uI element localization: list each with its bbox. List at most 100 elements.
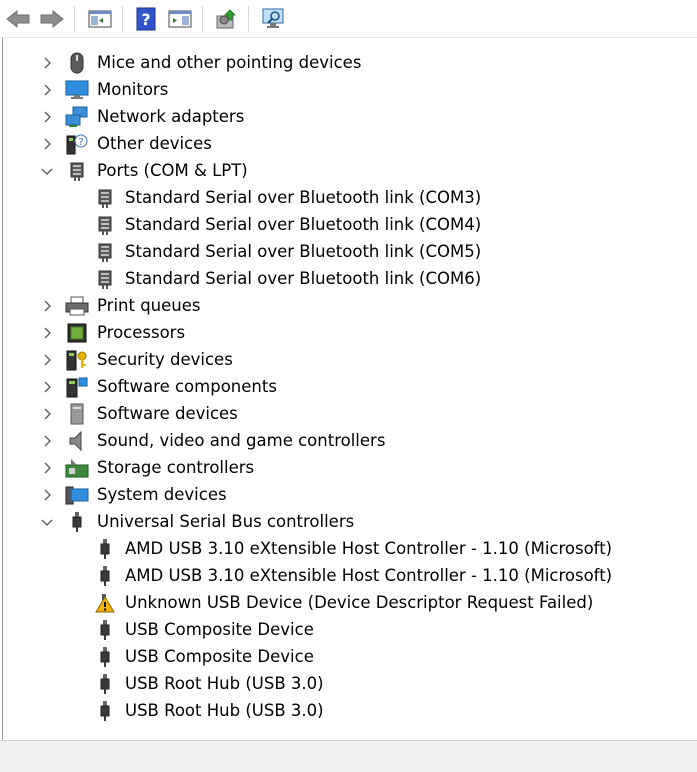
tree-item-usb-controllers[interactable]: Universal Serial Bus controllers — [3, 508, 693, 535]
tree-item-network-adapters[interactable]: Network adapters — [3, 103, 693, 130]
chevron-right-icon[interactable] — [39, 109, 55, 125]
chevron-right-icon[interactable] — [39, 460, 55, 476]
tree-item-label: Software devices — [97, 404, 238, 423]
tree-item-label: USB Root Hub (USB 3.0) — [125, 701, 324, 720]
chevron-right-icon[interactable] — [39, 82, 55, 98]
chevron-right-icon[interactable] — [39, 325, 55, 341]
tree-item-com6[interactable]: Standard Serial over Bluetooth link (COM… — [3, 265, 693, 292]
software-component-icon — [65, 376, 89, 398]
tree-item-usb-root-hub-1[interactable]: USB Root Hub (USB 3.0) — [3, 670, 693, 697]
chevron-right-icon[interactable] — [39, 352, 55, 368]
port-icon — [65, 160, 89, 182]
tree-item-system-devices[interactable]: System devices — [3, 481, 693, 508]
tree-item-usb-composite-2[interactable]: USB Composite Device — [3, 643, 693, 670]
tree-item-com5[interactable]: Standard Serial over Bluetooth link (COM… — [3, 238, 693, 265]
chevron-right-icon[interactable] — [39, 406, 55, 422]
usb-icon — [65, 511, 89, 533]
chevron-down-icon[interactable] — [39, 514, 55, 530]
tree-item-label: System devices — [97, 485, 227, 504]
tree-item-label: Processors — [97, 323, 186, 342]
svg-text:?: ? — [141, 10, 150, 29]
device-tree: Mice and other pointing devices Monitors… — [2, 38, 697, 740]
chevron-right-icon[interactable] — [39, 433, 55, 449]
tree-item-label: Sound, video and game controllers — [97, 431, 386, 450]
tree-item-amd-usb-2[interactable]: AMD USB 3.10 eXtensible Host Controller … — [3, 562, 693, 589]
usb-icon — [93, 673, 117, 695]
scan-hardware-icon[interactable] — [260, 5, 288, 33]
tree-item-storage-controllers[interactable]: Storage controllers — [3, 454, 693, 481]
tree-item-label: Unknown USB Device (Device Descriptor Re… — [125, 593, 594, 612]
security-key-icon — [65, 349, 89, 371]
tree-item-monitors[interactable]: Monitors — [3, 76, 693, 103]
svg-text:?: ? — [78, 137, 83, 148]
tree-item-com4[interactable]: Standard Serial over Bluetooth link (COM… — [3, 211, 693, 238]
tree-item-usb-composite-1[interactable]: USB Composite Device — [3, 616, 693, 643]
tree-item-label: Mice and other pointing devices — [97, 53, 362, 72]
tree-item-label: Security devices — [97, 350, 233, 369]
tree-item-unknown-usb[interactable]: Unknown USB Device (Device Descriptor Re… — [3, 589, 693, 616]
tree-item-label: Print queues — [97, 296, 201, 315]
tree-item-label: Other devices — [97, 134, 212, 153]
status-bar — [0, 740, 697, 772]
system-device-icon — [65, 484, 89, 506]
port-icon — [93, 241, 117, 263]
tree-item-software-devices[interactable]: Software devices — [3, 400, 693, 427]
tree-item-amd-usb-1[interactable]: AMD USB 3.10 eXtensible Host Controller … — [3, 535, 693, 562]
usb-icon — [93, 700, 117, 722]
port-icon — [93, 187, 117, 209]
tree-item-label: Universal Serial Bus controllers — [97, 512, 355, 531]
tree-item-label: Monitors — [97, 80, 169, 99]
tree-item-mice[interactable]: Mice and other pointing devices — [3, 49, 693, 76]
other-devices-icon: ? — [65, 133, 89, 155]
network-adapter-icon — [65, 106, 89, 128]
forward-icon[interactable] — [38, 5, 66, 33]
help-icon[interactable]: ? — [132, 5, 160, 33]
tree-item-label: AMD USB 3.10 eXtensible Host Controller … — [125, 566, 613, 585]
show-hide-console-tree-icon[interactable] — [86, 5, 114, 33]
monitor-icon — [65, 79, 89, 101]
chevron-right-icon[interactable] — [39, 136, 55, 152]
port-icon — [93, 268, 117, 290]
storage-controller-icon — [65, 457, 89, 479]
tree-item-label: USB Composite Device — [125, 620, 314, 639]
toolbar: ? — [0, 0, 697, 38]
tree-item-label: Ports (COM & LPT) — [97, 161, 248, 180]
tree-item-label: AMD USB 3.10 eXtensible Host Controller … — [125, 539, 613, 558]
tree-item-label: USB Composite Device — [125, 647, 314, 666]
tree-item-label: Storage controllers — [97, 458, 255, 477]
tree-item-label: Standard Serial over Bluetooth link (COM… — [125, 242, 482, 261]
chevron-right-icon[interactable] — [39, 487, 55, 503]
tree-item-sound[interactable]: Sound, video and game controllers — [3, 427, 693, 454]
tree-item-ports[interactable]: Ports (COM & LPT) — [3, 157, 693, 184]
usb-icon — [93, 646, 117, 668]
tree-item-other-devices[interactable]: ? Other devices — [3, 130, 693, 157]
tree-item-print-queues[interactable]: Print queues — [3, 292, 693, 319]
tree-item-label: Network adapters — [97, 107, 245, 126]
tree-item-security-devices[interactable]: Security devices — [3, 346, 693, 373]
port-icon — [93, 214, 117, 236]
update-driver-icon[interactable] — [212, 5, 240, 33]
printer-icon — [65, 295, 89, 317]
tree-item-usb-root-hub-2[interactable]: USB Root Hub (USB 3.0) — [3, 697, 693, 724]
tree-item-label: Standard Serial over Bluetooth link (COM… — [125, 269, 482, 288]
usb-icon — [93, 565, 117, 587]
back-icon[interactable] — [4, 5, 32, 33]
usb-icon — [93, 538, 117, 560]
chevron-down-icon[interactable] — [39, 163, 55, 179]
usb-icon — [93, 619, 117, 641]
tree-item-processors[interactable]: Processors — [3, 319, 693, 346]
tree-item-label: USB Root Hub (USB 3.0) — [125, 674, 324, 693]
warning-icon — [93, 592, 117, 614]
action-pane-icon[interactable] — [166, 5, 194, 33]
tree-item-software-components[interactable]: Software components — [3, 373, 693, 400]
chevron-right-icon[interactable] — [39, 379, 55, 395]
software-device-icon — [65, 403, 89, 425]
chevron-right-icon[interactable] — [39, 55, 55, 71]
speaker-icon — [65, 430, 89, 452]
tree-item-label: Standard Serial over Bluetooth link (COM… — [125, 188, 482, 207]
tree-item-label: Software components — [97, 377, 277, 396]
tree-item-com3[interactable]: Standard Serial over Bluetooth link (COM… — [3, 184, 693, 211]
chevron-right-icon[interactable] — [39, 298, 55, 314]
mouse-icon — [65, 52, 89, 74]
tree-item-label: Standard Serial over Bluetooth link (COM… — [125, 215, 482, 234]
